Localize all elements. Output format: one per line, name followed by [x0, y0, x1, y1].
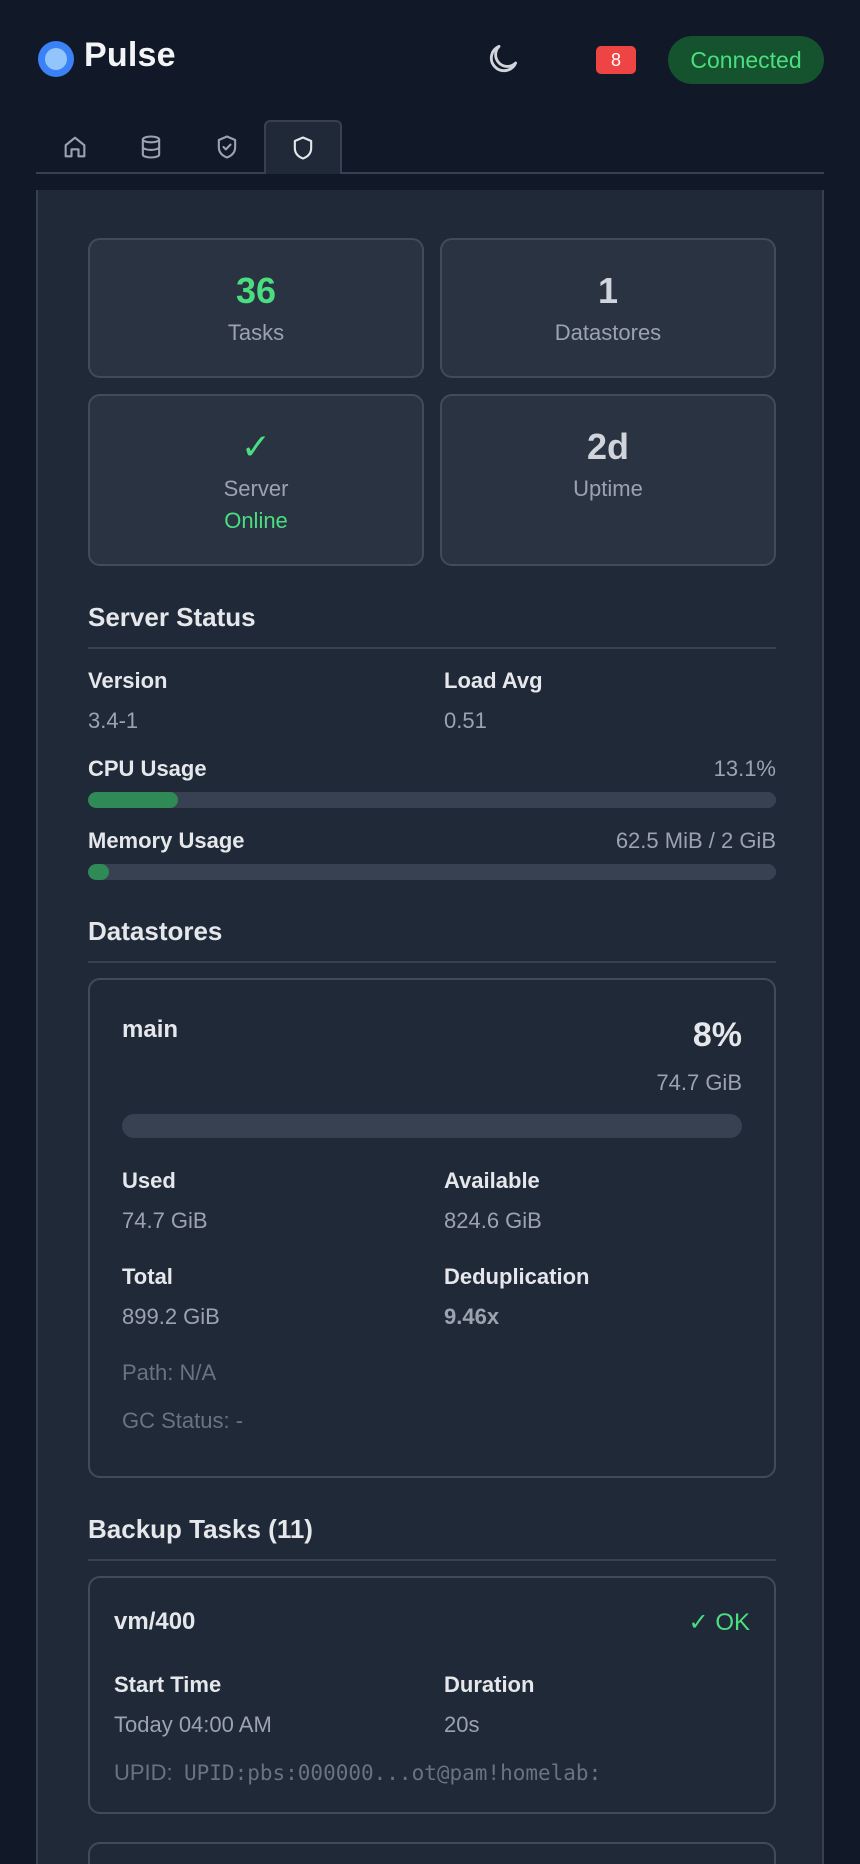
datastore-available-label: Available [444, 1168, 540, 1193]
cpu-usage-bar [88, 792, 776, 808]
cpu-usage-label: CPU Usage [88, 756, 207, 781]
app-title: Pulse [84, 36, 176, 74]
backup-task-card[interactable]: vm/400 ✓ OK Start Time Today 04:00 AM Du… [88, 1576, 776, 1814]
datastore-used-label: Used [122, 1168, 176, 1193]
pbs-panel: 36 Tasks 1 Datastores ✓ Server Online 2d… [36, 190, 824, 1864]
datastore-dedup-value: 9.46x [444, 1304, 500, 1329]
datastores-section-title: Datastores [88, 916, 776, 963]
datastores-count: 1 [597, 270, 619, 311]
app-header: Pulse 8 Connected [0, 0, 860, 120]
load-avg-value: 0.51 [444, 708, 487, 733]
tab-storage[interactable] [112, 120, 190, 174]
load-avg-label: Load Avg [444, 668, 543, 693]
database-icon [141, 135, 161, 159]
memory-usage-value: 62.5 MiB / 2 GiB [615, 828, 776, 853]
datastores-stat-card: 1 Datastores [440, 238, 776, 378]
backup-tasks-title: Backup Tasks (11) [88, 1514, 776, 1561]
backup-task-name: vm/400 [114, 1608, 196, 1635]
home-icon [64, 136, 86, 158]
version-value: 3.4-1 [88, 708, 139, 733]
moon-icon[interactable] [484, 40, 522, 78]
backup-start-label: Start Time [114, 1672, 222, 1697]
version-label: Version [88, 668, 168, 693]
uptime-value: 2d [586, 426, 629, 467]
tab-pbs[interactable] [264, 120, 342, 174]
server-online-status: Online [224, 508, 288, 533]
datastore-path: Path: N/A [122, 1360, 217, 1385]
server-check-icon: ✓ [240, 426, 272, 467]
tab-backups[interactable] [188, 120, 266, 174]
datastore-available-value: 824.6 GiB [444, 1208, 542, 1233]
shield-icon [293, 136, 313, 160]
memory-usage-bar [88, 864, 776, 880]
memory-usage-fill [88, 864, 109, 880]
server-stat-card: ✓ Server Online [88, 394, 424, 566]
uptime-stat-card: 2d Uptime [440, 394, 776, 566]
uptime-label: Uptime [573, 476, 643, 501]
server-status-title: Server Status [88, 602, 776, 649]
datastore-name: main [122, 1016, 179, 1043]
backup-upid-value: UPID:pbs:000000...ot@pam!homelab: [184, 1761, 602, 1785]
datastore-dedup-label: Deduplication [444, 1264, 590, 1289]
cpu-usage-value: 13.1% [713, 756, 776, 781]
datastore-percent: 8% [692, 1016, 742, 1054]
shield-check-icon [217, 135, 237, 159]
backup-task-status: ✓ OK [688, 1609, 750, 1636]
datastore-total-label: Total [122, 1264, 173, 1289]
tasks-label: Tasks [227, 320, 285, 345]
backup-upid-label: UPID: [114, 1760, 173, 1785]
datastore-gc-status: GC Status: - [122, 1408, 244, 1433]
datastore-used-value: 74.7 GiB [122, 1208, 208, 1233]
pulse-logo-icon [38, 41, 74, 77]
datastore-usage-bar [122, 1114, 742, 1138]
backup-duration-value: 20s [444, 1712, 480, 1737]
datastore-used-short: 74.7 GiB [656, 1070, 742, 1095]
server-label: Server [223, 476, 289, 501]
tab-home[interactable] [36, 120, 114, 174]
backup-duration-label: Duration [444, 1672, 535, 1697]
datastore-total-value: 899.2 GiB [122, 1304, 220, 1329]
tasks-stat-card: 36 Tasks [88, 238, 424, 378]
cpu-usage-fill [88, 792, 179, 808]
alert-count-badge[interactable]: 8 [596, 46, 636, 74]
memory-usage-label: Memory Usage [88, 828, 245, 853]
datastores-label: Datastores [554, 320, 662, 345]
backup-start-value: Today 04:00 AM [114, 1712, 272, 1737]
tab-bar [36, 120, 824, 174]
backup-task-card-next[interactable] [88, 1842, 776, 1864]
connection-status-badge: Connected [668, 36, 824, 84]
datastore-card: main 8% 74.7 GiB Used 74.7 GiB Available… [88, 978, 776, 1478]
tasks-count: 36 [235, 270, 277, 311]
